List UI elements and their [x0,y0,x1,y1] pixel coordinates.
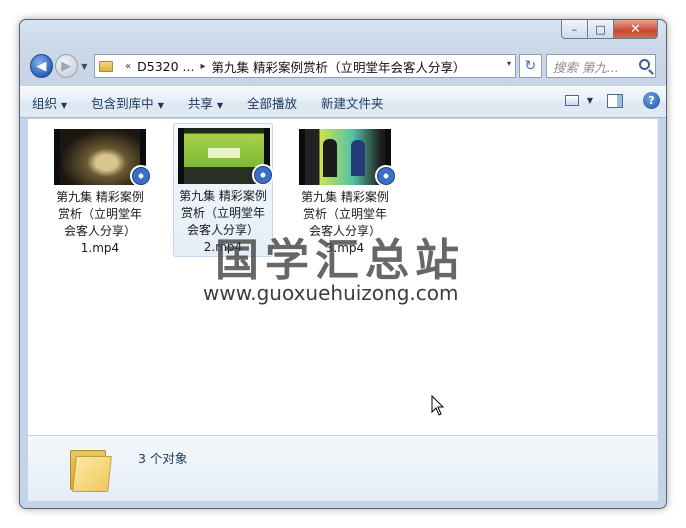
navigation-bar: ◀ ▶ ▼ « D5320 ... ▸ 第九集 精彩案例赏析（立明堂年会客人分享… [30,52,656,80]
organize-label: 组织 [32,95,58,111]
back-arrow-icon: ◀ [36,58,47,74]
new-folder-button[interactable]: 新建文件夹 [309,93,396,112]
breadcrumb-overflow-chevron[interactable]: « [125,61,131,72]
share-label: 共享 [187,95,213,111]
breadcrumb-item-drive[interactable]: D5320 ... [137,59,194,74]
mouse-cursor-icon [431,395,445,416]
media-player-badge-icon [252,164,274,186]
file-name: 第九集 精彩案例 赏析（立明堂年 会客人分享） 1.mp4 [56,190,144,255]
include-in-library-label: 包含到库中 [91,95,154,111]
media-player-badge-icon [375,165,397,187]
toolbar-right-group: ▼ ? [564,92,660,109]
organize-menu[interactable]: 组织 ▼ [20,93,79,112]
chevron-down-icon: ▼ [216,100,224,110]
chevron-down-icon: ▼ [157,100,164,110]
chevron-down-icon: ▼ [61,100,68,110]
view-options-dropdown[interactable]: ▼ [587,96,593,105]
thumbnail-scene [60,129,140,185]
address-bar[interactable]: « D5320 ... ▸ 第九集 精彩案例赏析（立明堂年会客人分享） ▾ [93,54,517,78]
include-in-library-menu[interactable]: 包含到库中 ▼ [79,93,176,112]
scrollbar-track[interactable] [657,119,658,435]
folder-icon [98,60,113,72]
preview-pane-icon[interactable] [607,93,623,108]
item-count: 3 个对象 [138,451,188,466]
breadcrumb-item-current-folder[interactable]: 第九集 精彩案例赏析（立明堂年会客人分享） [211,57,465,76]
close-button[interactable]: ✕ [614,20,658,39]
forward-arrow-icon: ▶ [61,58,72,74]
recent-pages-dropdown[interactable]: ▼ [79,62,90,71]
minimize-button[interactable]: – [561,20,588,39]
file-item-1[interactable]: 第九集 精彩案例 赏析（立明堂年 会客人分享） 1.mp4 [50,125,152,259]
back-button[interactable]: ◀ [30,54,53,78]
details-pane: 3 个对象 [28,435,658,501]
refresh-icon: ↻ [524,58,537,74]
refresh-button[interactable]: ↻ [519,54,542,78]
search-icon[interactable] [639,59,650,70]
breadcrumb-separator[interactable]: ▸ [200,61,205,72]
command-bar: 组织 ▼ 包含到库中 ▼ 共享 ▼ 全部播放 新建文件夹 ▼ ? [20,86,666,118]
change-view-icon[interactable] [564,95,579,106]
search-input[interactable]: 搜索 第九... [545,54,656,78]
media-player-badge-icon [130,165,152,187]
help-icon[interactable]: ? [643,92,660,109]
forward-button[interactable]: ▶ [54,54,78,78]
watermark-chinese-text: 国学汇总站 [215,235,465,286]
play-all-button[interactable]: 全部播放 [235,93,309,112]
share-menu[interactable]: 共享 ▼ [176,93,235,112]
maximize-button[interactable]: □ [588,20,614,39]
large-folder-icon [70,446,112,492]
window-caption-buttons: – □ ✕ [561,20,658,39]
watermark-url-text: www.guoxuehuizong.com [203,281,459,305]
address-dropdown-icon[interactable]: ▾ [507,59,511,68]
search-placeholder: 搜索 第九... [552,59,619,75]
thumbnail-scene [305,129,385,185]
